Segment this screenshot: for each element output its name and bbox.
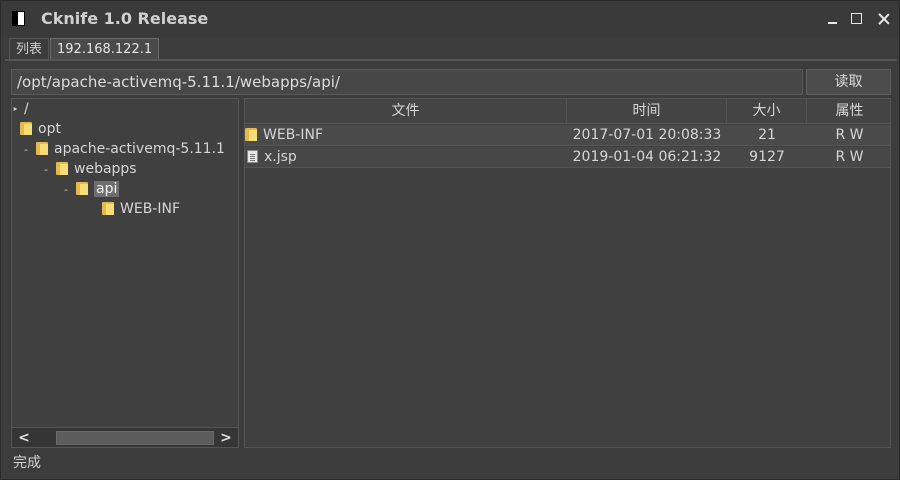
tree-node-webapps[interactable]: - webapps bbox=[44, 159, 137, 179]
status-text: 完成 bbox=[13, 455, 41, 471]
window-title: Cknife 1.0 Release bbox=[41, 9, 209, 28]
tree-node-web-inf[interactable]: WEB-INF bbox=[102, 199, 180, 219]
table-header: 文件 时间 大小 属性 bbox=[245, 99, 890, 124]
tree-node-label: webapps bbox=[74, 161, 137, 177]
close-icon[interactable] bbox=[874, 9, 894, 29]
tree-node-label: apache-activemq-5.11.1 bbox=[54, 141, 225, 157]
tree-node-label: opt bbox=[38, 121, 61, 137]
path-input[interactable]: /opt/apache-activemq-5.11.1/webapps/api/ bbox=[11, 69, 803, 95]
file-size: 21 bbox=[758, 127, 776, 143]
scrollbar-thumb[interactable] bbox=[56, 431, 214, 445]
column-header-size[interactable]: 大小 bbox=[727, 99, 807, 124]
column-header-time[interactable]: 时间 bbox=[567, 99, 727, 124]
title-bar[interactable]: Cknife 1.0 Release bbox=[1, 1, 899, 37]
tree-node-activemq[interactable]: - apache-activemq-5.11.1 bbox=[24, 139, 225, 159]
read-button[interactable]: 读取 bbox=[806, 69, 891, 95]
app-window: Cknife 1.0 Release 列表 192.168.122.1 /opt… bbox=[0, 0, 900, 480]
scroll-left-icon[interactable]: < bbox=[16, 430, 32, 446]
column-header-file[interactable]: 文件 bbox=[245, 99, 567, 124]
app-icon bbox=[12, 11, 25, 26]
collapse-icon[interactable]: - bbox=[64, 180, 76, 200]
tab-divider bbox=[5, 59, 897, 61]
folder-icon bbox=[76, 181, 89, 195]
tab-host[interactable]: 192.168.122.1 bbox=[50, 38, 160, 60]
folder-icon bbox=[56, 161, 69, 175]
file-name-cell: WEB-INF bbox=[245, 125, 567, 146]
tab-list[interactable]: 列表 bbox=[9, 38, 50, 60]
tree-horizontal-scrollbar[interactable]: < > bbox=[12, 427, 238, 447]
file-icon bbox=[247, 150, 258, 163]
file-time: 2019-01-04 06:21:32 bbox=[572, 149, 722, 165]
expand-icon[interactable]: ‣ bbox=[12, 100, 24, 120]
file-size: 9127 bbox=[749, 149, 785, 165]
collapse-icon[interactable]: - bbox=[44, 160, 56, 180]
folder-icon bbox=[102, 201, 115, 215]
table-row[interactable]: WEB-INF 2017-07-01 20:08:33 21 R W bbox=[245, 125, 890, 146]
tree-node-label-selected: api bbox=[94, 181, 120, 197]
tree-node-opt[interactable]: opt bbox=[20, 119, 61, 139]
tree-node-label: / bbox=[24, 101, 29, 117]
tree-node-api[interactable]: - api bbox=[64, 179, 120, 200]
file-name-cell: x.jsp bbox=[245, 147, 567, 168]
file-attr: R W bbox=[835, 127, 864, 143]
minimize-icon[interactable] bbox=[823, 9, 843, 29]
folder-icon bbox=[20, 121, 33, 135]
file-name: x.jsp bbox=[264, 149, 297, 165]
file-table: 文件 时间 大小 属性 WEB-INF 2017-07-01 20:08:33 … bbox=[244, 98, 891, 448]
directory-tree: ‣ / opt - apache-activemq-5.11.1 - webapps … bbox=[11, 98, 239, 448]
tree-node-root[interactable]: ‣ / bbox=[12, 99, 29, 119]
column-header-attr[interactable]: 属性 bbox=[807, 99, 890, 124]
folder-icon bbox=[36, 141, 49, 155]
maximize-icon[interactable] bbox=[847, 9, 867, 29]
file-time: 2017-07-01 20:08:33 bbox=[572, 127, 722, 143]
collapse-icon[interactable]: - bbox=[24, 140, 36, 160]
folder-icon bbox=[245, 127, 258, 141]
file-attr: R W bbox=[835, 149, 864, 165]
table-row[interactable]: x.jsp 2019-01-04 06:21:32 9127 R W bbox=[245, 147, 890, 168]
tab-bar: 列表 192.168.122.1 bbox=[9, 38, 160, 60]
file-name: WEB-INF bbox=[263, 127, 323, 143]
scroll-right-icon[interactable]: > bbox=[218, 430, 234, 446]
tree-node-label: WEB-INF bbox=[120, 201, 180, 217]
